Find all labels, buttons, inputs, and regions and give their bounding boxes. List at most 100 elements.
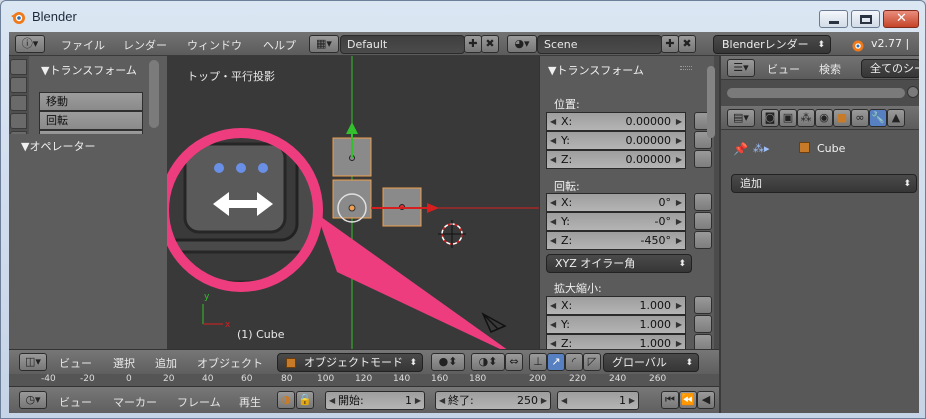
- n-panel-scrollbar[interactable]: [707, 66, 715, 138]
- tool-tab[interactable]: [10, 77, 27, 93]
- remove-scene-button[interactable]: ✖: [678, 35, 696, 53]
- scene-tab-icon[interactable]: ⁂: [797, 109, 815, 127]
- outliner-scrollbar[interactable]: [727, 88, 905, 98]
- jump-to-start-icon[interactable]: ⏮: [661, 391, 679, 409]
- outliner-filter-select[interactable]: 全てのシー: [861, 59, 919, 78]
- start-frame-value: 1: [405, 394, 412, 407]
- viewport-menu-view[interactable]: ビュー: [59, 355, 92, 371]
- viewport-menu-add[interactable]: 追加: [155, 355, 177, 371]
- scroll-handle[interactable]: [907, 86, 919, 98]
- editor-type-3dview-button[interactable]: ◫▾: [19, 353, 47, 371]
- rotation-mode-select[interactable]: XYZ オイラー角 ⬍: [546, 254, 692, 273]
- lock-icon[interactable]: [694, 212, 712, 230]
- lock-icon[interactable]: [694, 296, 712, 314]
- lock-icon[interactable]: [694, 315, 712, 333]
- remove-layout-button[interactable]: ✖: [481, 35, 499, 53]
- rotation-x-field[interactable]: ◀ X: 0° ▶: [546, 193, 686, 212]
- manipulator-toggle-icon[interactable]: ⇔: [505, 353, 523, 371]
- modifiers-tab-icon[interactable]: 🔧: [869, 109, 887, 127]
- end-frame-label: 終了:: [448, 394, 474, 407]
- field-value: 0.00000: [625, 153, 672, 166]
- 3d-viewport[interactable]: y x トップ・平行投影 (1) Cube: [167, 56, 539, 349]
- scene-name-field[interactable]: Scene: [537, 35, 662, 54]
- timeline-ruler[interactable]: -40 -20 0 20 40 60 80 100 120 140 160 18…: [9, 374, 719, 386]
- editor-type-outliner-button[interactable]: ☰▾: [727, 59, 755, 77]
- viewport-menu-object[interactable]: オブジェクト: [197, 355, 263, 371]
- scale-manipulator-icon[interactable]: ◸: [583, 353, 601, 371]
- location-y-field[interactable]: ◀ Y: 0.00000 ▶: [546, 131, 686, 150]
- render-engine-select[interactable]: Blenderレンダー ⬍: [713, 35, 831, 54]
- editor-type-timeline-button[interactable]: ◷▾: [19, 391, 47, 409]
- render-layers-tab-icon[interactable]: ▣: [779, 109, 797, 127]
- object-tab-icon[interactable]: ■: [833, 109, 851, 127]
- close-button[interactable]: ✕: [883, 10, 919, 28]
- jump-to-prev-keyframe-icon[interactable]: ⏪: [679, 391, 697, 409]
- editor-type-properties-button[interactable]: ▤▾: [727, 109, 755, 127]
- pin-icon[interactable]: 📌: [733, 142, 748, 156]
- tool-transform-panel-title[interactable]: ▼トランスフォーム: [41, 62, 137, 78]
- data-tab-icon[interactable]: ▲: [887, 109, 905, 127]
- tool-tab[interactable]: [10, 113, 27, 129]
- keying-set-icon[interactable]: ◑: [277, 391, 295, 409]
- current-frame-field[interactable]: ◀ 1 ▶: [557, 391, 639, 410]
- operator-panel-title[interactable]: ▼オペレーター: [21, 138, 95, 154]
- location-z-field[interactable]: ◀ Z: 0.00000 ▶: [546, 150, 686, 169]
- menu-render[interactable]: レンダー: [123, 37, 167, 53]
- close-icon: ✕: [896, 11, 907, 26]
- start-frame-field[interactable]: ◀ 開始: 1 ▶: [325, 391, 425, 410]
- menu-window[interactable]: ウィンドウ: [187, 37, 242, 53]
- menu-file[interactable]: ファイル: [61, 37, 105, 53]
- pivot-point-select[interactable]: ◑⬍: [471, 353, 505, 371]
- tool-tab[interactable]: [10, 59, 27, 75]
- tool-tab[interactable]: [10, 95, 27, 111]
- render-tab-icon[interactable]: ◙: [761, 109, 779, 127]
- tool-shelf-scrollbar[interactable]: [149, 60, 159, 128]
- minimize-button[interactable]: [819, 10, 848, 28]
- move-button[interactable]: 移動: [39, 92, 143, 111]
- rotation-z-field[interactable]: ◀ Z: -450° ▶: [546, 231, 686, 250]
- constraints-tab-icon[interactable]: ∞: [851, 109, 869, 127]
- menu-help[interactable]: ヘルプ: [263, 37, 296, 53]
- add-layout-button[interactable]: ✚: [464, 35, 482, 53]
- maximize-button[interactable]: [851, 10, 880, 28]
- rotate-manipulator-icon[interactable]: ◜: [565, 353, 583, 371]
- timeline-menu-frame[interactable]: フレーム: [177, 394, 221, 410]
- timeline-menu-marker[interactable]: マーカー: [113, 394, 157, 410]
- lock-icon[interactable]: [694, 150, 712, 168]
- lock-icon[interactable]: [694, 193, 712, 211]
- add-modifier-select[interactable]: 追加 ⬍: [731, 174, 917, 193]
- breadcrumb-object-name: Cube: [817, 142, 846, 155]
- transform-panel-title[interactable]: ▼トランスフォーム: [548, 62, 644, 78]
- add-scene-button[interactable]: ✚: [661, 35, 679, 53]
- transform-orientation-select[interactable]: グローバル ⬍: [603, 353, 699, 372]
- timeline-menu-view[interactable]: ビュー: [59, 394, 92, 410]
- interaction-mode-select[interactable]: オブジェクトモード ⬍: [277, 353, 423, 372]
- drag-handle-icon[interactable]: [680, 66, 692, 70]
- ruler-tick-label: 120: [355, 374, 373, 384]
- ruler-tick-label: -40: [41, 374, 56, 384]
- outliner-menu-search[interactable]: 検索: [819, 61, 841, 77]
- timeline-menu-playback[interactable]: 再生: [239, 394, 261, 410]
- screen-layout-icon[interactable]: ▦▾: [309, 35, 339, 53]
- rotation-y-field[interactable]: ◀ Y: -0° ▶: [546, 212, 686, 231]
- viewport-menu-select[interactable]: 選択: [113, 355, 135, 371]
- outliner-menu-view[interactable]: ビュー: [767, 61, 800, 77]
- lock-time-icon[interactable]: 🔒: [296, 391, 314, 409]
- lock-icon[interactable]: [694, 231, 712, 249]
- world-tab-icon[interactable]: ◉: [815, 109, 833, 127]
- rotate-button[interactable]: 回転: [39, 111, 143, 130]
- location-x-field[interactable]: ◀ X: 0.00000 ▶: [546, 112, 686, 131]
- scene-icon[interactable]: ◕▾: [507, 35, 537, 53]
- outliner-area[interactable]: [721, 80, 919, 106]
- maximize-icon: [860, 15, 872, 24]
- editor-type-info-button[interactable]: ⓘ▾: [15, 35, 45, 53]
- scale-x-field[interactable]: ◀ X: 1.000 ▶: [546, 296, 686, 315]
- end-frame-field[interactable]: ◀ 終了: 250 ▶: [435, 391, 551, 410]
- play-reverse-icon[interactable]: ◀: [697, 391, 715, 409]
- transform-manipulator-icon[interactable]: ⊥: [529, 353, 547, 371]
- scale-y-field[interactable]: ◀ Y: 1.000 ▶: [546, 315, 686, 334]
- viewport-shading-select[interactable]: ●⬍: [431, 353, 465, 371]
- application-window: Blender ✕ ⓘ▾ ファイル レンダー ウィンドウ ヘルプ ▦▾ Defa…: [0, 0, 926, 419]
- translate-manipulator-icon[interactable]: ↗: [547, 353, 565, 371]
- layout-name-field[interactable]: Default: [340, 35, 465, 54]
